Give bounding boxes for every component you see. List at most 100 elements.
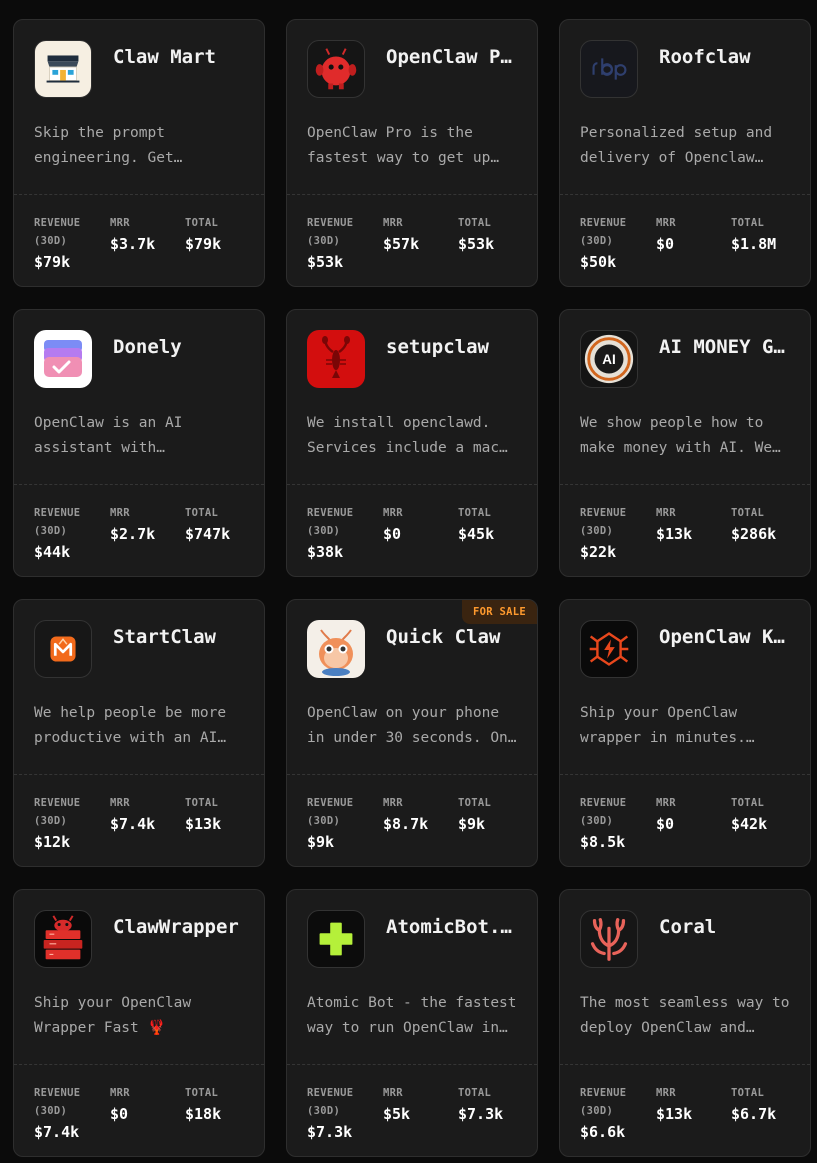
mrr-value: $5k: [383, 1105, 411, 1123]
total-value: $53k: [458, 235, 495, 253]
total-label: TOTAL: [185, 507, 219, 519]
startup-name: Donely: [113, 336, 182, 358]
total-stat: TOTAL $6.7k: [731, 1084, 776, 1124]
divider: [287, 1064, 537, 1065]
revenue-value: $79k: [34, 253, 71, 271]
startup-card-openclaw-pro[interactable]: OpenClaw P… OpenClaw Pro is the fastest …: [286, 19, 538, 287]
revenue-stat: REVENUE (30D) $7.4k: [34, 1084, 80, 1142]
revenue-period-label: (30D): [34, 1105, 68, 1117]
revenue-period-label: (30D): [307, 1105, 341, 1117]
mrr-stat: MRR $0: [110, 1084, 130, 1124]
startup-card-setupclaw[interactable]: setupclaw We install openclawd. Services…: [286, 309, 538, 577]
revenue-period-label: (30D): [580, 525, 614, 537]
revenue-label: REVENUE: [34, 1087, 81, 1099]
total-stat: TOTAL $42k: [731, 794, 767, 834]
red-box-monster-icon: [34, 910, 92, 968]
revenue-label: REVENUE: [34, 507, 81, 519]
revenue-label: REVENUE: [580, 1087, 627, 1099]
description-line: in under 30 seconds. On…: [307, 729, 517, 746]
startup-description: OpenClaw Pro is the fastest way to get u…: [307, 121, 521, 170]
mrr-label: MRR: [110, 1087, 130, 1099]
description-line: We show people how to: [580, 415, 764, 431]
total-value: $79k: [185, 235, 222, 253]
mrr-value: $57k: [383, 235, 420, 253]
total-stat: TOTAL $45k: [458, 504, 494, 544]
divider: [560, 484, 810, 485]
startup-card-openclaw-k[interactable]: OpenClaw K… Ship your OpenClaw wrapper i…: [559, 599, 811, 867]
startup-card-atomicbot[interactable]: AtomicBot.… Atomic Bot - the fastest way…: [286, 889, 538, 1157]
spider-bolt-icon: [580, 620, 638, 678]
startup-card-ai-money[interactable]: AI AI MONEY G… We show people how to mak…: [559, 309, 811, 577]
divider: [14, 484, 264, 485]
divider: [14, 194, 264, 195]
description-line: We help people be more: [34, 705, 227, 721]
description-line: make money with AI. We…: [580, 439, 781, 456]
mrr-label: MRR: [656, 1087, 676, 1099]
mrr-stat: MRR $13k: [656, 504, 692, 544]
revenue-period-label: (30D): [307, 235, 341, 247]
divider: [287, 484, 537, 485]
startup-card-roofclaw[interactable]: Roofclaw Personalized setup and delivery…: [559, 19, 811, 287]
total-value: $18k: [185, 1105, 222, 1123]
revenue-stat: REVENUE (30D) $79k: [34, 214, 80, 272]
revenue-period-label: (30D): [34, 815, 68, 827]
revenue-label: REVENUE: [580, 217, 627, 229]
mrr-value: $2.7k: [110, 525, 156, 543]
description-line: assistant with…: [34, 439, 165, 456]
startup-name: setupclaw: [386, 336, 489, 358]
mrr-value: $7.4k: [110, 815, 156, 833]
revenue-stat: REVENUE (30D) $9k: [307, 794, 353, 852]
mrr-value: $0: [656, 235, 675, 253]
divider: [14, 1064, 264, 1065]
startup-card-clawwrapper[interactable]: ClawWrapper Ship your OpenClaw Wrapper F…: [13, 889, 265, 1157]
revenue-label: REVENUE: [307, 1087, 354, 1099]
m-flame-icon: [34, 620, 92, 678]
total-value: $1.8M: [731, 235, 777, 253]
revenue-stat: REVENUE (30D) $22k: [580, 504, 626, 562]
revenue-label: REVENUE: [580, 797, 627, 809]
revenue-stat: REVENUE (30D) $53k: [307, 214, 353, 272]
description-line: deploy OpenClaw and…: [580, 1019, 755, 1036]
revenue-value: $12k: [34, 833, 71, 851]
divider: [560, 194, 810, 195]
divider: [560, 1064, 810, 1065]
revenue-stat: REVENUE (30D) $6.6k: [580, 1084, 626, 1142]
mrr-value: $8.7k: [383, 815, 429, 833]
startup-name: OpenClaw K…: [659, 626, 785, 648]
startup-name: Roofclaw: [659, 46, 751, 68]
startup-description: OpenClaw on your phone in under 30 secon…: [307, 701, 521, 750]
revenue-stat: REVENUE (30D) $38k: [307, 504, 353, 562]
mrr-stat: MRR $0: [383, 504, 403, 544]
shrimp-mascot-icon: [307, 620, 365, 678]
total-stat: TOTAL $1.8M: [731, 214, 776, 254]
startup-name: OpenClaw P…: [386, 46, 512, 68]
startup-card-coral[interactable]: Coral The most seamless way to deploy Op…: [559, 889, 811, 1157]
mrr-stat: MRR $3.7k: [110, 214, 155, 254]
revenue-value: $6.6k: [580, 1123, 626, 1141]
revenue-value: $8.5k: [580, 833, 626, 851]
startup-card-claw-mart[interactable]: Claw Mart Skip the prompt engineering. G…: [13, 19, 265, 287]
description-line: wrapper in minutes.…: [580, 729, 755, 746]
total-label: TOTAL: [458, 1087, 492, 1099]
description-line: We install openclawd.: [307, 415, 491, 431]
mrr-stat: MRR $8.7k: [383, 794, 428, 834]
total-label: TOTAL: [731, 1087, 765, 1099]
description-line: OpenClaw Pro is the: [307, 125, 473, 141]
description-line: way to run OpenClaw in…: [307, 1019, 508, 1036]
startup-card-donely[interactable]: Donely OpenClaw is an AI assistant with……: [13, 309, 265, 577]
startup-card-startclaw[interactable]: StartClaw We help people be more product…: [13, 599, 265, 867]
description-line: Services include a mac…: [307, 439, 508, 456]
divider: [287, 194, 537, 195]
divider: [287, 774, 537, 775]
mrr-label: MRR: [383, 1087, 403, 1099]
total-label: TOTAL: [458, 797, 492, 809]
revenue-period-label: (30D): [580, 1105, 614, 1117]
revenue-period-label: (30D): [580, 235, 614, 247]
startup-card-quick-claw[interactable]: FOR SALE Quick Claw OpenClaw on your pho…: [286, 599, 538, 867]
mrr-label: MRR: [656, 217, 676, 229]
total-label: TOTAL: [458, 217, 492, 229]
startup-description: Skip the prompt engineering. Get…: [34, 121, 248, 170]
total-label: TOTAL: [185, 1087, 219, 1099]
divider: [14, 774, 264, 775]
revenue-value: $9k: [307, 833, 335, 851]
